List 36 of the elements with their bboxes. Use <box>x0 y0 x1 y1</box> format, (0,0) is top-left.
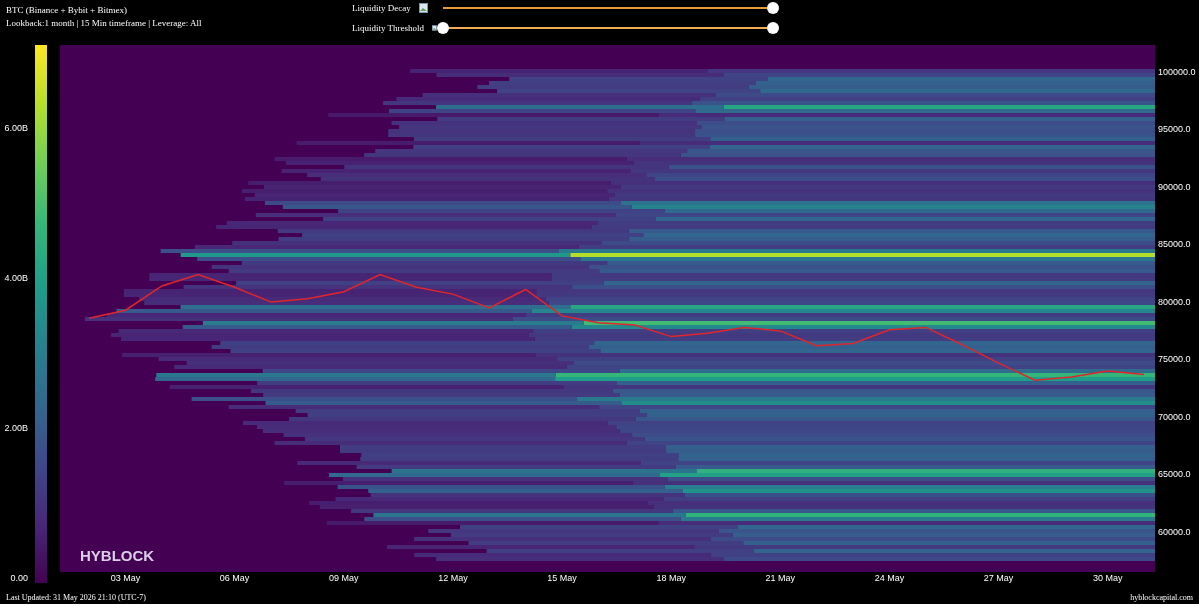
price-axis-label: 95000.0 <box>1158 124 1191 135</box>
date-axis-label: 18 May <box>656 573 686 583</box>
chart-subtitle: Lookback:1 month | 15 Min timeframe | Leverage: All <box>6 17 203 30</box>
slider-thumb[interactable] <box>437 21 449 34</box>
slider-thumb[interactable] <box>767 21 779 34</box>
date-axis-label: 21 May <box>765 573 796 583</box>
colorbar-label: 4.00B <box>4 273 28 283</box>
price-axis-label: 100000.0 <box>1158 67 1196 77</box>
logo-text: HYBLOCK <box>80 547 155 564</box>
website-text: hyblockcapital.com <box>1130 592 1193 602</box>
price-axis-label: 80000.0 <box>1158 296 1191 307</box>
chart-title: BTC (Binance + Bybit + Bitmex) <box>6 4 128 17</box>
slider-thumb[interactable] <box>767 1 779 14</box>
colorbar-label: 2.00B <box>4 423 28 433</box>
slider-label: Liquidity Decay <box>352 2 411 13</box>
date-axis-label: 27 May <box>983 573 1014 583</box>
slider-label: Liquidity Threshold <box>352 22 425 33</box>
colorbar-label: 0.00 <box>10 573 28 583</box>
broken-image-icon <box>418 2 428 13</box>
date-axis-label: 15 May <box>547 573 577 583</box>
date-axis-label: 12 May <box>438 573 468 583</box>
date-axis-label: 09 May <box>329 573 359 583</box>
colorbar-label: 6.00B <box>4 123 28 133</box>
price-axis-label: 85000.0 <box>1158 239 1191 250</box>
price-axis-label: 65000.0 <box>1158 469 1191 480</box>
slider[interactable] <box>437 21 779 34</box>
price-axis-label: 60000.0 <box>1158 526 1191 537</box>
date-axis-label: 06 May <box>219 573 250 583</box>
date-axis-label: 24 May <box>874 573 905 583</box>
price-axis-label: 75000.0 <box>1158 354 1191 365</box>
price-axis-label: 90000.0 <box>1158 182 1191 192</box>
broken-image-icon <box>432 22 437 33</box>
date-axis-label: 30 May <box>1093 573 1123 583</box>
price-axis-label: 70000.0 <box>1158 411 1191 422</box>
date-axis-label: 03 May <box>110 573 141 583</box>
last-updated-text: Last Updated: 31 May 2026 21:10 (UTC-7) <box>6 592 146 602</box>
